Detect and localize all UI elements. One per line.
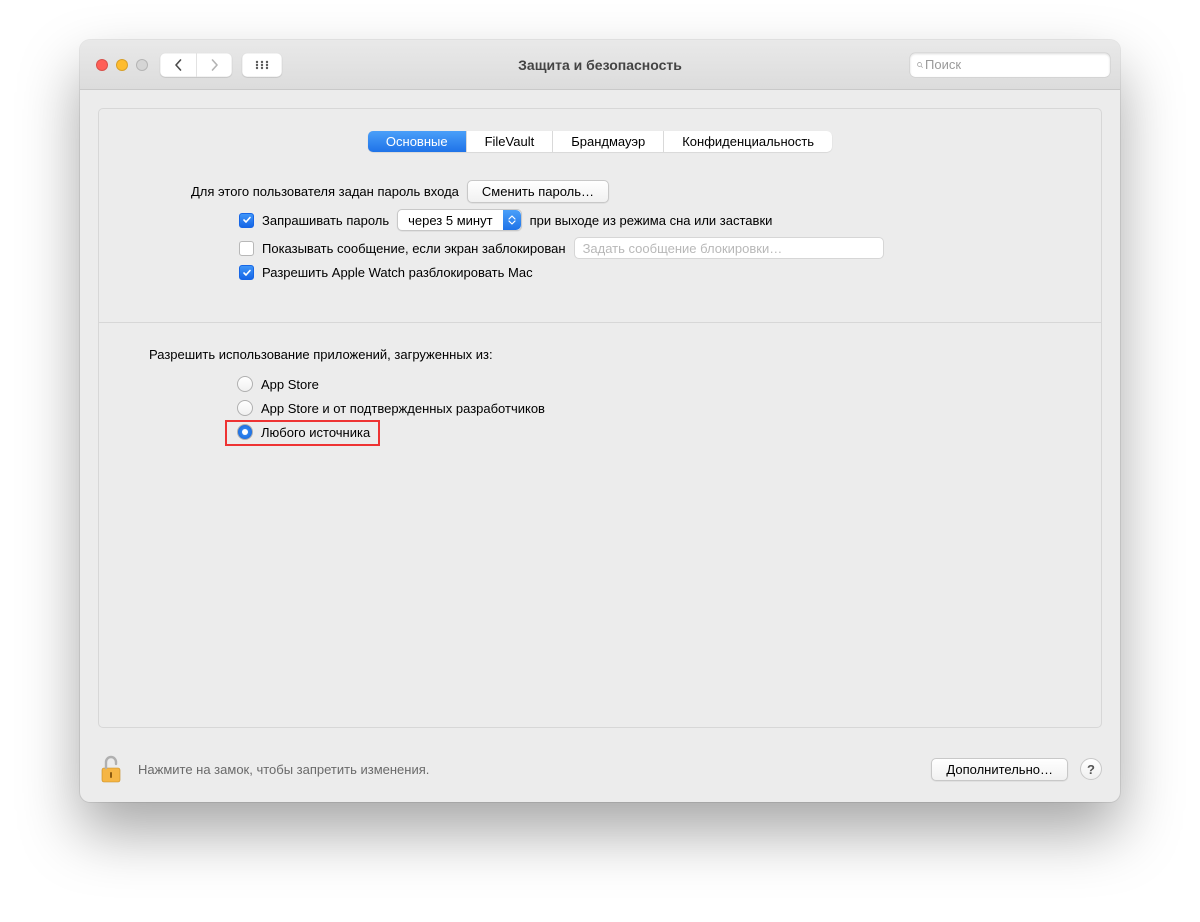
require-password-label: Запрашивать пароль [262,213,389,228]
advanced-button[interactable]: Дополнительно… [931,758,1068,781]
show-all-button[interactable] [242,53,282,77]
set-lock-message-button: Задать сообщение блокировки… [574,237,884,259]
require-password-checkbox[interactable] [239,213,254,228]
password-set-label: Для этого пользователя задан пароль вход… [191,184,459,199]
window-controls [96,59,148,71]
apple-watch-label: Разрешить Apple Watch разблокировать Mac [262,265,533,280]
forward-button[interactable] [196,53,232,77]
radio-identified-label: App Store и от подтвержденных разработчи… [261,401,545,416]
tab-bar: Основные FileVault Брандмауэр Конфиденци… [127,131,1073,152]
lock-button[interactable] [98,754,126,784]
gatekeeper-options: App Store App Store и от подтвержденных … [237,376,1073,440]
apple-watch-checkbox[interactable] [239,265,254,280]
zoom-icon [136,59,148,71]
preferences-window: Защита и безопасность Основные FileVault… [80,40,1120,802]
window-title: Защита и безопасность [518,57,682,73]
search-input[interactable] [923,56,1103,73]
footer: Нажмите на замок, чтобы запретить измене… [80,744,1120,802]
gatekeeper-heading: Разрешить использование приложений, загр… [149,347,1073,362]
radio-app-store-label: App Store [261,377,319,392]
login-password-section: Для этого пользователя задан пароль вход… [191,180,1043,203]
show-lock-message-checkbox[interactable] [239,241,254,256]
titlebar: Защита и безопасность [80,40,1120,90]
change-password-button[interactable]: Сменить пароль… [467,180,609,203]
back-button[interactable] [160,53,196,77]
stepper-icon [503,210,521,230]
require-password-delay-select[interactable]: через 5 минут [397,209,521,231]
radio-anywhere[interactable] [237,424,253,440]
delay-value: через 5 минут [408,213,492,228]
tab-firewall[interactable]: Брандмауэр [552,131,663,152]
lock-hint-label: Нажмите на замок, чтобы запретить измене… [138,762,429,777]
login-options: Запрашивать пароль через 5 минут при вых… [239,209,1073,280]
radio-anywhere-label: Любого источника [261,425,370,440]
check-icon [242,268,252,278]
check-icon [242,215,252,225]
minimize-icon[interactable] [116,59,128,71]
tab-general[interactable]: Основные [368,131,466,152]
unlocked-padlock-icon [100,754,124,784]
panel: Основные FileVault Брандмауэр Конфиденци… [98,108,1102,728]
require-password-suffix: при выходе из режима сна или заставки [530,213,773,228]
nav-segment [160,53,232,77]
content-area: Основные FileVault Брандмауэр Конфиденци… [80,90,1120,744]
help-button[interactable]: ? [1080,758,1102,780]
radio-app-store[interactable] [237,376,253,392]
search-field[interactable] [910,53,1110,77]
show-lock-message-label: Показывать сообщение, если экран заблоки… [262,241,566,256]
tab-filevault[interactable]: FileVault [466,131,553,152]
tab-privacy[interactable]: Конфиденциальность [663,131,832,152]
radio-identified[interactable] [237,400,253,416]
close-icon[interactable] [96,59,108,71]
section-divider [99,322,1101,323]
